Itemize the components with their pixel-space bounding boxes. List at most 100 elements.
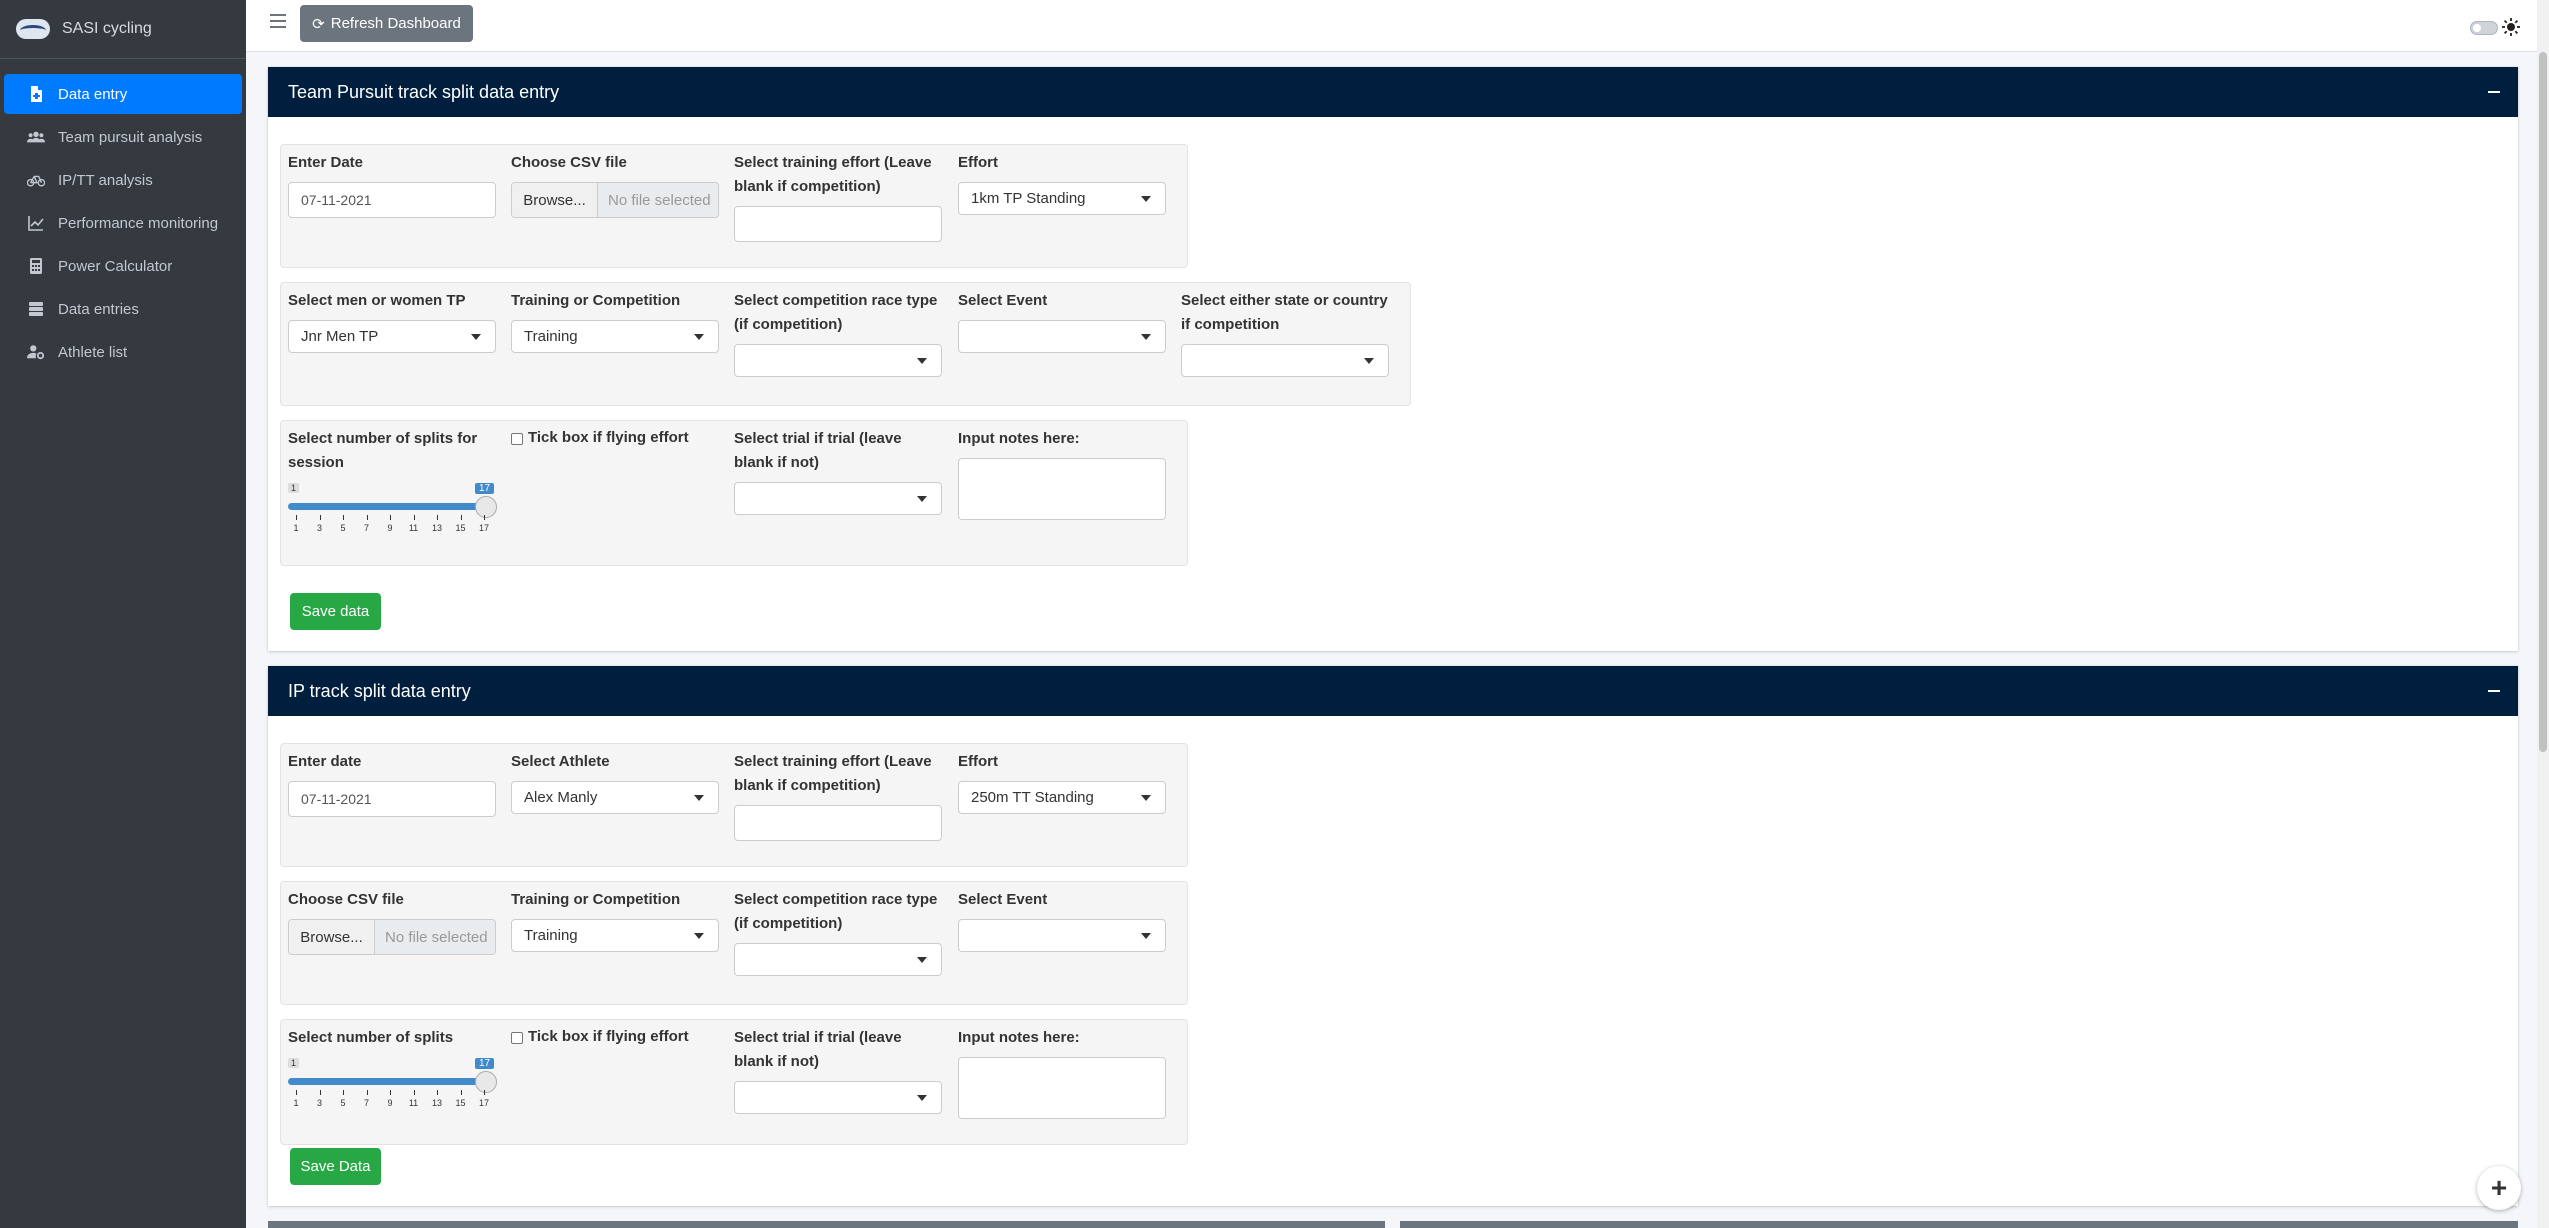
browse-button[interactable]: Browse... [512, 183, 598, 217]
splits-label: Select number of splits for session [288, 430, 478, 471]
race-type-select[interactable] [734, 943, 942, 976]
event-select[interactable] [958, 919, 1166, 952]
sidebar-item-label: Team pursuit analysis [58, 128, 203, 146]
csv-file-input[interactable]: Browse... No file selected [288, 919, 496, 955]
file-icon [26, 86, 46, 102]
gender-label: Select men or women TP [288, 292, 466, 309]
flying-effort-checkbox[interactable] [511, 433, 523, 445]
effort-select[interactable]: 250m TT Standing [958, 781, 1166, 814]
slider-tick-label: 17 [478, 1098, 490, 1108]
hamburger-menu-icon[interactable] [270, 14, 286, 30]
slider-tick-label: 5 [340, 523, 346, 533]
sidebar: SASI cycling Data entry Team pursuit ana… [0, 0, 246, 1228]
date-label: Enter Date [288, 154, 364, 171]
slider-tick [413, 1090, 415, 1095]
gender-select[interactable]: Jnr Men TP [288, 320, 496, 353]
browse-button[interactable]: Browse... [289, 920, 375, 954]
slider-tick-label: 11 [408, 1098, 419, 1108]
collapse-icon[interactable] [2488, 690, 2500, 692]
race-type-select[interactable] [734, 344, 942, 377]
sidebar-item-athlete-list[interactable]: Athlete list [4, 332, 242, 372]
training-effort-input[interactable] [734, 805, 942, 841]
event-select[interactable] [958, 320, 1166, 353]
sidebar-item-data-entry[interactable]: Data entry [4, 74, 242, 114]
splits-slider[interactable]: 1 17 1 3 5 7 9 11 13 15 17 [288, 1058, 498, 1118]
slider-tick [413, 515, 415, 520]
flying-effort-label: Tick box if flying effort [528, 1028, 689, 1045]
training-competition-select[interactable]: Training [511, 320, 719, 353]
slider-tick [343, 1090, 344, 1095]
csv-label: Choose CSV file [511, 154, 627, 171]
slider-tick-label: 7 [363, 523, 370, 533]
sidebar-item-label: Data entry [58, 85, 128, 103]
form-well: Enter Date 07-11-2021 Choose CSV file Br… [280, 144, 1188, 268]
trial-select[interactable] [734, 1081, 942, 1114]
page-scrollbar[interactable] [2537, 0, 2549, 1228]
slider-tick [319, 515, 321, 520]
card-header: Team Pursuit track split data entry [268, 67, 2518, 117]
slider-tick-label: 17 [478, 523, 490, 533]
training-competition-select[interactable]: Training [511, 919, 719, 952]
slider-max-label: 17 [475, 1058, 495, 1069]
refresh-dashboard-button[interactable]: ⟳ Refresh Dashboard [300, 5, 473, 42]
sidebar-item-label: IP/TT analysis [58, 171, 153, 189]
slider-tick-label: 3 [316, 1098, 323, 1108]
state-country-label: Select either state or country if compet… [1181, 292, 1388, 333]
slider-tick [343, 515, 344, 520]
trial-label: Select trial if trial (leave blank if no… [734, 430, 902, 471]
athlete-label: Select Athlete [511, 753, 610, 770]
slider-tick-label: 11 [408, 523, 419, 533]
next-card-header [268, 1221, 1385, 1228]
sidebar-item-ip-tt-analysis[interactable]: IP/TT analysis [4, 160, 242, 200]
training-effort-label: Select training effort (Leave blank if c… [734, 753, 932, 794]
sidebar-item-data-entries[interactable]: Data entries [4, 289, 242, 329]
slider-handle[interactable] [475, 496, 497, 518]
slider-track[interactable] [288, 1078, 488, 1085]
trial-label: Select trial if trial (leave blank if no… [734, 1029, 902, 1070]
form-well: Choose CSV file Browse... No file select… [280, 881, 1188, 1005]
sidebar-item-team-pursuit-analysis[interactable]: Team pursuit analysis [4, 117, 242, 157]
slider-min-label: 1 [288, 1058, 300, 1068]
slider-tick-label: 7 [363, 1098, 370, 1108]
sidebar-item-label: Data entries [58, 300, 139, 318]
slider-tick [460, 1090, 462, 1095]
scrollbar-thumb[interactable] [2539, 52, 2547, 752]
collapse-icon[interactable] [2488, 91, 2500, 93]
brand-name: SASI cycling [62, 20, 152, 37]
trial-select[interactable] [734, 482, 942, 515]
sidebar-item-performance-monitoring[interactable]: Performance monitoring [4, 203, 242, 243]
notes-textarea[interactable] [958, 458, 1166, 520]
sidebar-item-label: Athlete list [58, 343, 128, 361]
sidebar-item-power-calculator[interactable]: Power Calculator [4, 246, 242, 286]
brand-link[interactable]: SASI cycling [0, 0, 246, 59]
effort-select[interactable]: 1km TP Standing [958, 182, 1166, 215]
form-well: Enter date 07-11-2021 Select Athlete Ale… [280, 743, 1188, 867]
slider-max-label: 17 [475, 483, 495, 494]
sidebar-nav: Data entry Team pursuit analysis IP/TT a… [0, 59, 246, 372]
team-pursuit-card: Team Pursuit track split data entry Ente… [268, 67, 2518, 651]
flying-effort-checkbox[interactable] [511, 1032, 523, 1044]
slider-tick-label: 5 [340, 1098, 346, 1108]
slider-tick-label: 13 [431, 1098, 443, 1108]
date-input[interactable]: 07-11-2021 [288, 781, 496, 817]
file-name-field: No file selected [375, 920, 495, 954]
dark-mode-toggle[interactable] [2470, 21, 2498, 35]
slider-tick [437, 1090, 438, 1095]
notes-textarea[interactable] [958, 1057, 1166, 1119]
slider-handle[interactable] [475, 1071, 497, 1093]
slider-track[interactable] [288, 503, 488, 510]
slider-tick [437, 515, 438, 520]
save-data-button[interactable]: Save Data [290, 1148, 381, 1185]
training-competition-label: Training or Competition [511, 891, 681, 908]
slider-tick [390, 515, 391, 520]
training-effort-input[interactable] [734, 206, 942, 242]
date-input[interactable]: 07-11-2021 [288, 182, 496, 218]
csv-file-input[interactable]: Browse... No file selected [511, 182, 719, 218]
add-button[interactable]: + [2477, 1166, 2521, 1210]
top-navbar: ⟳ Refresh Dashboard [246, 0, 2549, 52]
state-country-select[interactable] [1181, 344, 1389, 377]
save-data-button[interactable]: Save data [290, 593, 381, 630]
splits-slider[interactable]: 1 17 1 3 5 7 9 11 13 15 17 [288, 483, 498, 543]
athlete-select[interactable]: Alex Manly [511, 781, 719, 814]
slider-tick-label: 1 [293, 523, 299, 533]
